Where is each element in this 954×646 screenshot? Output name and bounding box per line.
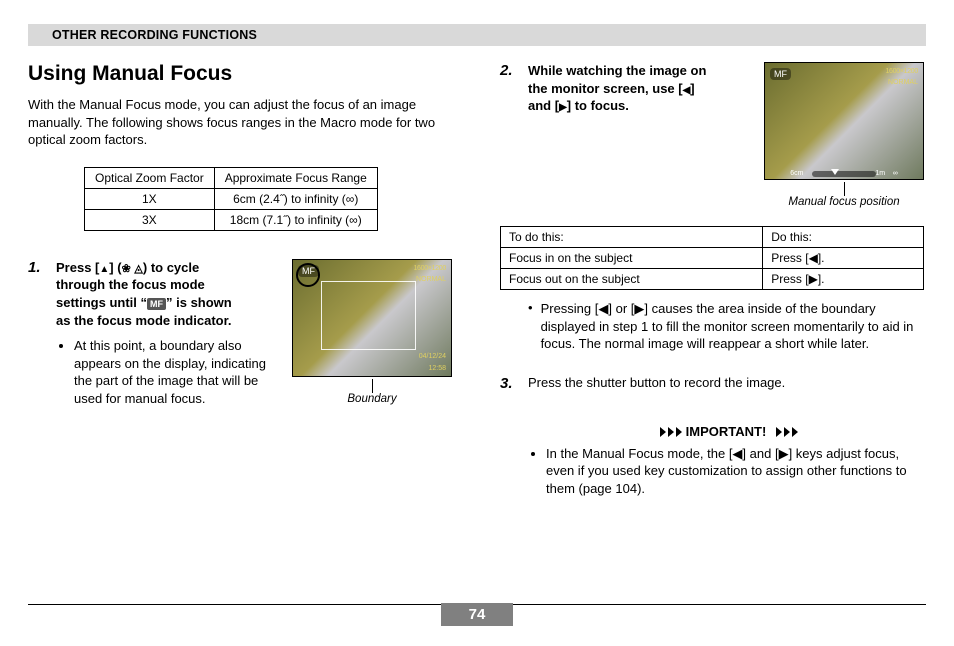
osd-time: 12:58 (428, 365, 446, 372)
step-1-body: Press [] ( ) to cycle through the focus … (56, 259, 272, 408)
scale-label-6cm: 6cm (790, 170, 803, 177)
screenshot-2-wrap: MF 1600×1200 NORMAL 6cm 1m ∞ Manual focu… (764, 62, 924, 208)
macro-icon (122, 260, 131, 275)
page-footer: 74 (28, 604, 926, 626)
table-row: 3X 18cm (7.1˝) to infinity (∞) (85, 209, 378, 230)
mf-indicator-icon: MF (147, 298, 166, 310)
step-2-body: While watching the image on the monitor … (528, 62, 764, 115)
section-header: OTHER RECORDING FUNCTIONS (28, 24, 926, 46)
osd-resolution: 1600×1200 (413, 265, 446, 272)
focus-action-table: To do this: Do this: Focus in on the sub… (500, 226, 924, 290)
important-bullet: In the Manual Focus mode, the [◀] and [▶… (546, 445, 924, 498)
screenshot-1: MF 1600×1200 NORMAL 04/12/24 12:58 (292, 259, 452, 377)
osd-quality: NORMAL (416, 276, 446, 283)
osd-mf-badge: MF (770, 68, 791, 80)
screenshot-1-wrap: MF 1600×1200 NORMAL 04/12/24 12:58 Bound… (292, 259, 452, 405)
table2-head-1: Do this: (763, 227, 924, 248)
important-arrows-left-icon (654, 427, 682, 437)
screenshot-2-caption: Manual focus position (788, 196, 899, 208)
osd-date: 04/12/24 (419, 353, 446, 360)
step-3-number: 3. (500, 375, 528, 392)
important-arrows-right-icon (770, 427, 798, 437)
table2-head-0: To do this: (501, 227, 763, 248)
focus-position-bar (812, 171, 875, 177)
step-2-note: Pressing [◀] or [▶] causes the area insi… (528, 300, 924, 353)
right-arrow-icon (559, 98, 567, 113)
table1-head-1: Approximate Focus Range (214, 167, 377, 188)
scale-label-inf: ∞ (893, 170, 898, 177)
step-1-bullet: At this point, a boundary also appears o… (74, 337, 272, 407)
screenshot-2: MF 1600×1200 NORMAL 6cm 1m ∞ (764, 62, 924, 180)
landscape-icon (134, 260, 142, 275)
table-row: Focus in on the subject Press [◀]. (501, 248, 924, 269)
left-column: Using Manual Focus With the Manual Focus… (28, 62, 452, 497)
osd-quality: NORMAL (888, 79, 918, 86)
important-block: IMPORTANT! In the Manual Focus mode, the… (528, 424, 924, 498)
page-number: 74 (441, 603, 514, 626)
right-column: 2. While watching the image on the monit… (500, 62, 924, 497)
step-3-body: Press the shutter button to record the i… (528, 375, 924, 392)
step-2-number: 2. (500, 62, 528, 115)
table-row: Focus out on the subject Press [▶]. (501, 269, 924, 290)
scale-label-1m: 1m (875, 170, 885, 177)
step-1-number: 1. (28, 259, 56, 408)
osd-resolution: 1600×1200 (885, 68, 918, 75)
important-label: IMPORTANT! (686, 424, 767, 439)
intro-paragraph: With the Manual Focus mode, you can adju… (28, 96, 452, 149)
focus-range-table: Optical Zoom Factor Approximate Focus Ra… (84, 167, 378, 231)
page-title: Using Manual Focus (28, 62, 452, 86)
focus-frame (321, 281, 416, 351)
screenshot-1-caption: Boundary (347, 393, 396, 405)
osd-mf-badge: MF (298, 265, 319, 277)
table1-head-0: Optical Zoom Factor (85, 167, 215, 188)
table-row: 1X 6cm (2.4˝) to infinity (∞) (85, 188, 378, 209)
up-arrow-icon (99, 260, 109, 275)
